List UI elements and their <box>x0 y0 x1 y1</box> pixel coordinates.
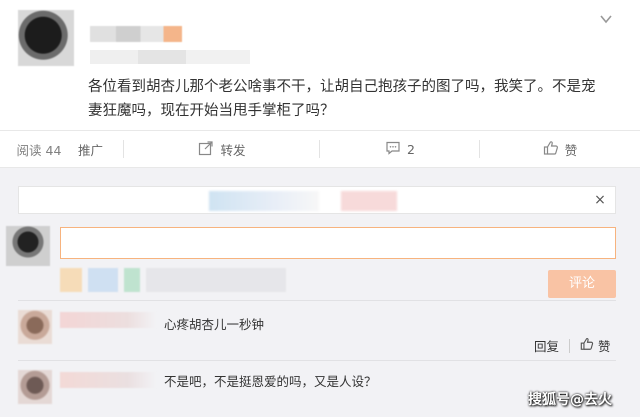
divider <box>18 300 616 301</box>
post-meta-blurred <box>90 50 250 64</box>
reply-text: 不是吧，不是挺恩爱的吗，又是人设？ <box>164 374 377 389</box>
comment-button[interactable]: 2 <box>320 131 480 167</box>
chevron-down-icon[interactable] <box>596 12 616 32</box>
forward-button[interactable]: 转发 <box>124 131 320 167</box>
blurred-content <box>146 268 286 292</box>
current-user-avatar <box>6 226 50 266</box>
thumbs-up-icon <box>580 337 594 354</box>
share-icon <box>198 140 214 159</box>
divider <box>18 360 616 361</box>
post-text: 各位看到胡杏儿那个老公啥事不干，让胡自己抱孩子的图了吗，我笑了。不是宠妻狂魔吗，… <box>88 79 596 119</box>
comment-count: 2 <box>407 141 415 157</box>
comment-input[interactable] <box>60 227 616 259</box>
like-button[interactable]: 赞 <box>480 131 640 167</box>
emoji-toolbar-blurred[interactable] <box>60 268 290 292</box>
read-count-label: 阅读 44 <box>16 142 62 158</box>
watermark: 搜狐号@去火 <box>528 392 612 408</box>
reply-avatar[interactable] <box>18 310 52 344</box>
blurred-content <box>209 191 319 211</box>
thumbs-up-icon <box>543 140 559 159</box>
divider <box>569 338 571 353</box>
reply-actions: 回复 赞 <box>534 336 611 355</box>
read-count: 阅读 44 <box>0 131 78 167</box>
reply-text: 心疼胡杏儿一秒钟 <box>164 317 265 332</box>
promote-label: 推广 <box>78 142 104 158</box>
reply-author-blurred[interactable] <box>60 372 156 388</box>
topic-icon[interactable] <box>124 268 140 292</box>
blurred-content <box>341 191 397 211</box>
author-avatar[interactable] <box>18 10 74 66</box>
reply-avatar[interactable] <box>18 370 52 404</box>
reply-button[interactable]: 回复 <box>534 336 559 355</box>
submit-comment-button[interactable]: 评论 <box>548 270 616 298</box>
emoji-icon[interactable] <box>60 268 82 292</box>
like-label: 赞 <box>564 142 578 158</box>
author-name-blurred[interactable] <box>90 26 182 42</box>
close-icon[interactable]: × <box>590 190 610 210</box>
reply-like-label: 赞 <box>598 339 611 354</box>
image-icon[interactable] <box>88 268 118 292</box>
reply-author-blurred[interactable] <box>60 312 156 328</box>
blurred-notice-bar <box>18 186 616 214</box>
promote-button[interactable]: 推广 <box>78 131 124 167</box>
comment-icon <box>385 140 401 159</box>
reply-like-button[interactable]: 赞 <box>580 336 611 355</box>
action-bar: 阅读 44 推广 转发 2 赞 <box>0 131 640 167</box>
forward-label: 转发 <box>220 142 246 158</box>
